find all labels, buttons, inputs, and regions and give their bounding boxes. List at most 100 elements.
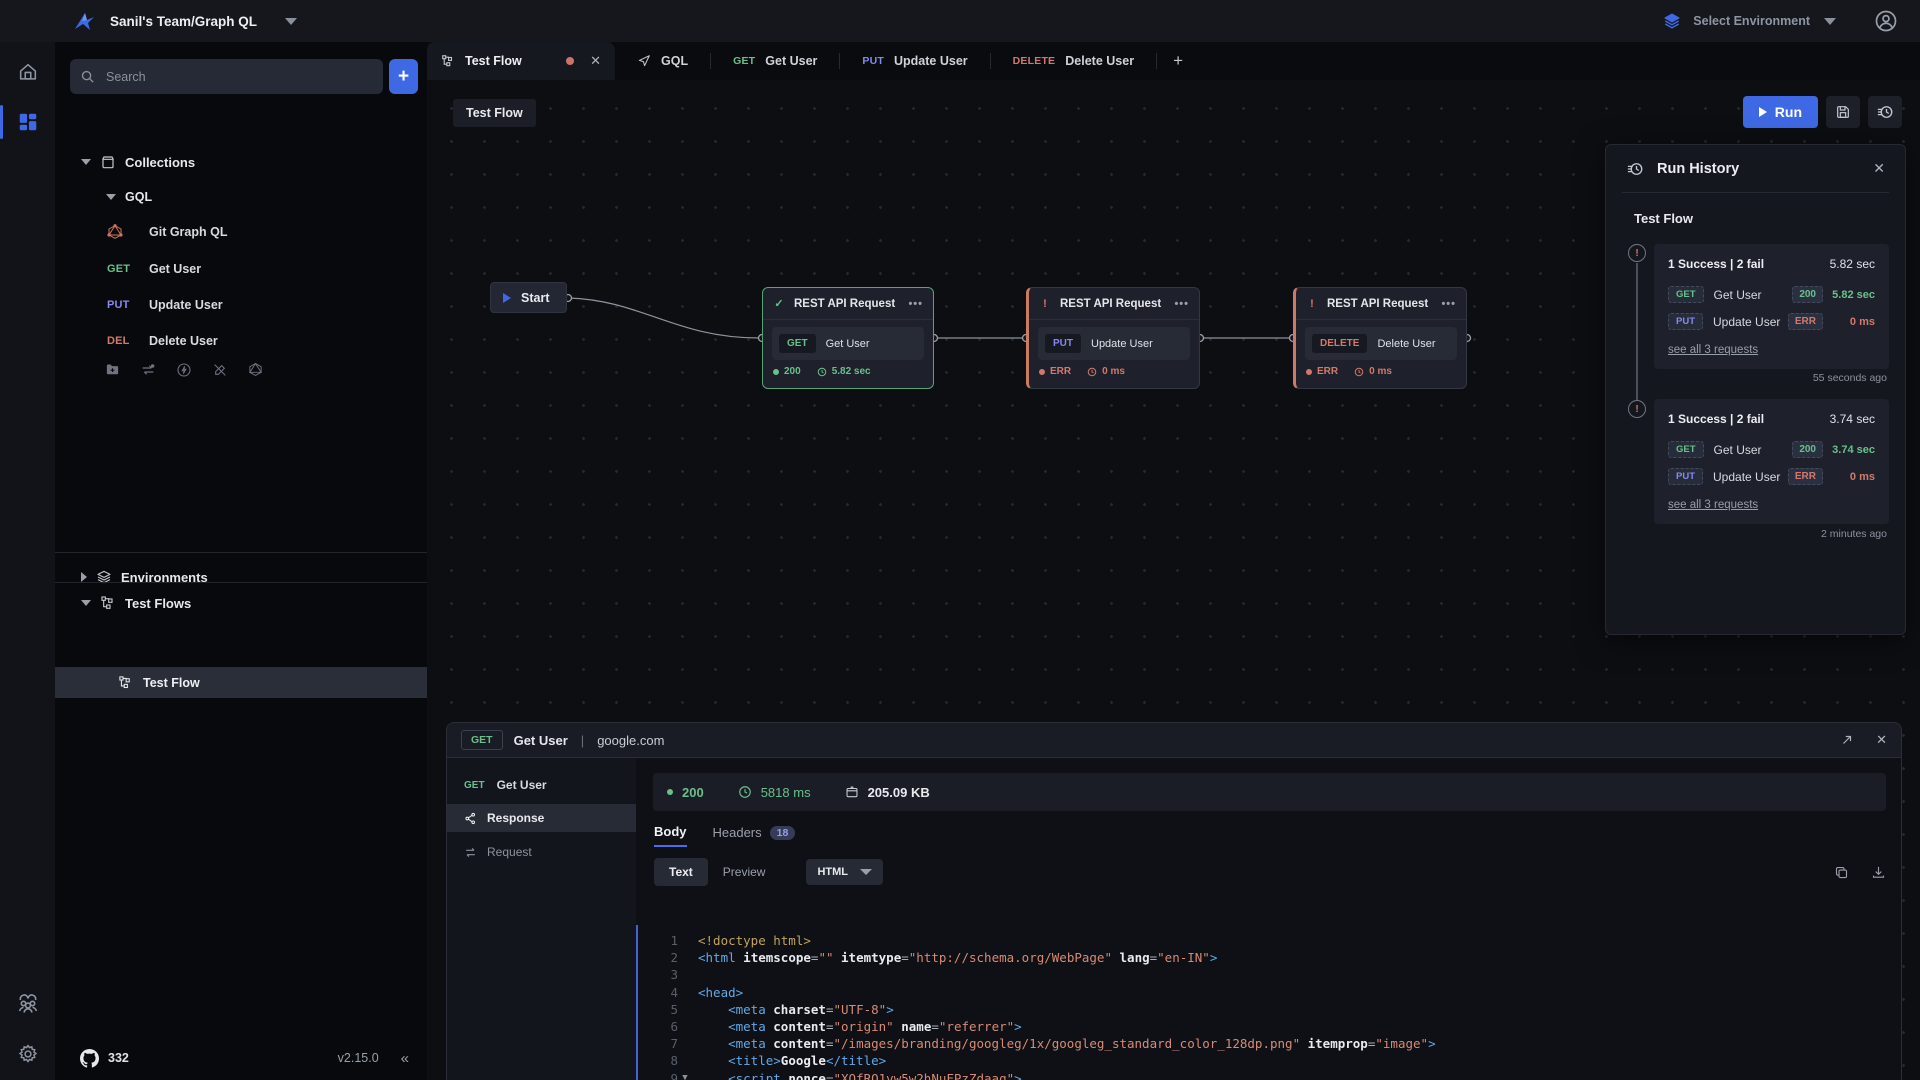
node-request-chip[interactable]: PUT Update User xyxy=(1038,327,1190,360)
environment-layers-icon xyxy=(1663,12,1681,30)
tab-headers[interactable]: Headers 18 xyxy=(713,825,796,846)
tab-gql[interactable]: GQL xyxy=(615,42,710,80)
settings-gear-icon[interactable] xyxy=(0,1032,55,1076)
edit-disabled-icon[interactable] xyxy=(212,362,228,378)
team-collaboration-icon[interactable] xyxy=(0,983,55,1027)
tab-delete-user[interactable]: DELETE Delete User xyxy=(991,42,1156,80)
view-preview-button[interactable]: Preview xyxy=(708,858,781,886)
node-result: ERR 0 ms xyxy=(1029,360,1199,383)
start-label: Start xyxy=(521,291,549,305)
run-order-icon[interactable] xyxy=(140,362,156,378)
node-start[interactable]: Start xyxy=(490,282,567,313)
search-input[interactable] xyxy=(104,69,373,85)
expand-panel-icon[interactable] xyxy=(1840,733,1854,747)
node-title: REST API Request xyxy=(1327,298,1428,310)
entry-summary: 1 Success | 2 fail xyxy=(1668,257,1764,271)
format-dropdown[interactable]: HTML xyxy=(806,859,883,885)
tab-get-user[interactable]: GET Get User xyxy=(711,42,839,80)
history-request-row: PUT Update User ERR 0 ms xyxy=(1668,468,1875,485)
environment-chevron-down-icon[interactable] xyxy=(1824,18,1836,25)
entry-summary: 1 Success | 2 fail xyxy=(1668,412,1764,426)
request-time: 5.82 sec xyxy=(1823,289,1875,301)
request-name: Delete User xyxy=(1377,338,1435,350)
node-request-chip[interactable]: GET Get User xyxy=(772,327,924,360)
history-flow-name: Test Flow xyxy=(1634,211,1905,226)
sidebar-item-test-flow[interactable]: Test Flow xyxy=(55,667,427,698)
history-icon xyxy=(1626,160,1644,178)
account-icon[interactable] xyxy=(1874,9,1898,33)
run-button[interactable]: Run xyxy=(1743,96,1818,128)
see-all-requests-link[interactable]: see all 3 requests xyxy=(1668,499,1758,511)
node-rest-update-user[interactable]: ! REST API Request ••• PUT Update User E… xyxy=(1026,287,1200,389)
request-item-git-graph-ql[interactable]: Git Graph QL xyxy=(55,218,427,246)
request-item-delete-user[interactable]: DEL Delete User xyxy=(55,327,427,355)
code-lines: 1<!doctype html>2<html itemscope="" item… xyxy=(638,932,1902,1080)
history-entry[interactable]: 1 Success | 2 fail 3.74 sec GET Get User… xyxy=(1654,399,1889,524)
close-history-icon[interactable]: ✕ xyxy=(1873,160,1885,177)
close-tab-icon[interactable]: ✕ xyxy=(590,53,601,69)
workspace-switcher[interactable]: Sanil's Team/Graph QL xyxy=(72,9,297,33)
node-menu-button[interactable]: ••• xyxy=(908,298,923,310)
select-environment[interactable]: Select Environment xyxy=(1693,14,1810,28)
github-stars[interactable]: 332 xyxy=(80,1049,129,1068)
home-icon[interactable] xyxy=(0,50,55,94)
tab-update-user[interactable]: PUT Update User xyxy=(840,42,989,80)
timeline-line xyxy=(1636,263,1638,400)
sidebar-footer: 332 v2.15.0 « xyxy=(55,1036,427,1080)
close-panel-icon[interactable]: ✕ xyxy=(1876,732,1887,748)
new-folder-icon[interactable] xyxy=(105,362,120,378)
status-code: 200 xyxy=(682,785,704,800)
node-menu-button[interactable]: ••• xyxy=(1441,298,1456,310)
send-icon xyxy=(637,54,651,68)
play-icon xyxy=(1759,107,1767,117)
test-flows-section[interactable]: Test Flows xyxy=(55,588,427,618)
request-name: Update User xyxy=(149,298,223,312)
node-menu-button[interactable]: ••• xyxy=(1174,298,1189,310)
tab-method: PUT xyxy=(862,55,884,67)
run-history-button[interactable] xyxy=(1868,96,1902,128)
chevron-right-icon xyxy=(81,572,87,582)
node-result: ERR 0 ms xyxy=(1296,360,1466,383)
tab-test-flow[interactable]: Test Flow ✕ xyxy=(427,42,615,80)
tab-label: Headers xyxy=(713,825,762,840)
history-entry[interactable]: 1 Success | 2 fail 5.82 sec GET Get User… xyxy=(1654,244,1889,369)
see-all-requests-link[interactable]: see all 3 requests xyxy=(1668,344,1758,356)
save-button[interactable] xyxy=(1826,96,1860,128)
headers-count-badge: 18 xyxy=(770,826,796,840)
active-rail-indicator xyxy=(0,105,3,139)
bolt-circle-icon[interactable] xyxy=(176,362,192,378)
add-button[interactable]: + xyxy=(389,59,418,94)
new-tab-button[interactable]: + xyxy=(1157,42,1199,80)
request-name: Git Graph QL xyxy=(149,225,227,239)
request-time: 3.74 sec xyxy=(1823,444,1875,456)
request-item-get-user[interactable]: GET Get User xyxy=(55,255,427,283)
collapse-sidebar-button[interactable]: « xyxy=(401,1050,409,1067)
tab-body[interactable]: Body xyxy=(654,824,687,847)
download-icon[interactable] xyxy=(1871,865,1886,880)
search-box xyxy=(70,59,383,94)
entry-duration: 5.82 sec xyxy=(1830,257,1875,271)
node-request-chip[interactable]: DELETE Delete User xyxy=(1305,327,1457,360)
version-label: v2.15.0 xyxy=(338,1051,379,1065)
clock-icon xyxy=(738,785,752,799)
collections-grid-icon[interactable] xyxy=(0,100,55,144)
separator: | xyxy=(581,733,584,748)
graphql-outline-icon[interactable] xyxy=(248,362,263,378)
node-rest-get-user[interactable]: ✓ REST API Request ••• GET Get User 200 … xyxy=(762,287,934,389)
collections-section[interactable]: Collections xyxy=(55,147,427,177)
view-text-button[interactable]: Text xyxy=(654,858,708,886)
run-label: Run xyxy=(1775,104,1802,120)
run-history-panel: Run History ✕ Test Flow ! ! 1 Success | … xyxy=(1605,144,1906,635)
request-name: Delete User xyxy=(149,334,218,348)
nav-item-response[interactable]: Response xyxy=(447,804,636,832)
copy-icon[interactable] xyxy=(1834,865,1849,880)
test-flow-name: Test Flow xyxy=(143,676,200,690)
status-dot xyxy=(667,789,673,795)
collection-gql[interactable]: GQL xyxy=(55,182,427,212)
tab-bar: Test Flow ✕ GQL GET Get User PUT Update … xyxy=(427,42,1920,80)
request-item-update-user[interactable]: PUT Update User xyxy=(55,291,427,319)
nav-item-request[interactable]: Request xyxy=(447,838,636,866)
response-code-editor[interactable]: 1<!doctype html>2<html itemscope="" item… xyxy=(636,925,1902,1080)
node-rest-delete-user[interactable]: ! REST API Request ••• DELETE Delete Use… xyxy=(1293,287,1467,389)
view-mode-row: Text Preview HTML xyxy=(654,858,1886,886)
